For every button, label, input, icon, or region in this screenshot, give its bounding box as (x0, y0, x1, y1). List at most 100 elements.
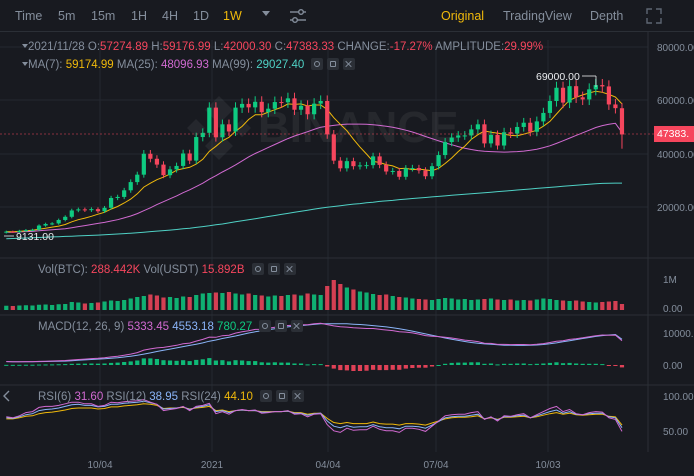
volume-bar (482, 299, 487, 310)
candle (501, 127, 507, 150)
tab-15m[interactable]: 15m (91, 9, 115, 23)
macd-bar (36, 364, 42, 366)
collapse-panel-icon[interactable] (0, 386, 14, 406)
visibility-icon[interactable] (259, 320, 272, 332)
candle-body (95, 209, 101, 212)
candle-body (495, 134, 500, 146)
candle-body (154, 158, 160, 165)
tab-4h[interactable]: 4H (162, 9, 178, 23)
tab-1h[interactable]: 1H (131, 9, 147, 23)
close-icon[interactable] (283, 263, 296, 275)
candle (344, 157, 349, 172)
candle (567, 80, 572, 109)
visibility-icon[interactable] (260, 390, 273, 402)
view-original-tab[interactable]: Original (441, 9, 484, 23)
close-icon[interactable] (343, 58, 356, 70)
candle-body (560, 87, 566, 103)
tab-5m[interactable]: 5m (58, 9, 75, 23)
timeframe-toolbar: Time 5m 15m 1H 4H 1D 1W Original Trading… (0, 0, 694, 32)
volume-bar (475, 299, 480, 310)
volume-bar (200, 293, 205, 310)
candle-body (488, 134, 494, 144)
volume-bar (377, 295, 382, 310)
candle-body (384, 164, 389, 172)
volume-bar (403, 297, 408, 310)
candle-body (587, 89, 592, 100)
volume-bar (305, 293, 310, 310)
rsi-axis-label: 50.00 (663, 427, 688, 438)
candle (338, 157, 343, 172)
candle-body (43, 223, 48, 226)
candle-body (115, 196, 120, 198)
gear-icon[interactable] (267, 263, 280, 275)
candle (10, 230, 15, 233)
candle-body (200, 132, 205, 138)
candle (239, 98, 245, 113)
candle-body (325, 101, 330, 135)
volume-bar (456, 299, 461, 310)
volume-bar (443, 298, 448, 310)
volume-bar (384, 294, 389, 310)
candle (331, 129, 336, 165)
candle-body (76, 209, 81, 211)
macd-bar (181, 360, 186, 365)
candle-body (351, 161, 356, 167)
tab-1d[interactable]: 1D (193, 9, 209, 23)
gear-icon[interactable] (276, 390, 289, 402)
kline-chart[interactable]: BINANCE 80000.0060000.0040000.0020000.00… (0, 32, 694, 476)
candle (76, 207, 81, 213)
tab-1w[interactable]: 1W (223, 9, 242, 23)
candle (619, 103, 625, 149)
gear-icon[interactable] (275, 320, 288, 332)
volume-bar (36, 304, 42, 310)
volume-bar (587, 302, 592, 310)
close-icon[interactable] (291, 320, 304, 332)
macd-bar (351, 365, 356, 371)
volume-bar (122, 300, 127, 310)
macd-bar (259, 362, 264, 365)
candle-body (246, 103, 251, 108)
volume-bar (23, 305, 29, 310)
candle (462, 131, 467, 140)
volume-bar (370, 294, 376, 310)
gear-icon[interactable] (327, 58, 340, 70)
candle (325, 95, 330, 139)
macd-bar (443, 363, 448, 365)
visibility-icon[interactable] (311, 58, 324, 70)
macd-bar (364, 365, 369, 371)
volume-bar (135, 297, 140, 310)
candle-body (161, 164, 166, 176)
close-icon[interactable] (292, 390, 305, 402)
tab-time[interactable]: Time (15, 9, 42, 23)
volume-bar (43, 304, 48, 310)
view-depth-tab[interactable]: Depth (590, 9, 623, 23)
volume-bar (266, 296, 271, 310)
candle (181, 149, 186, 170)
candle-body (259, 101, 264, 113)
candle (410, 164, 415, 172)
high-value: 59176.99 (162, 41, 211, 53)
candle-body (318, 101, 323, 104)
volume-bar (429, 300, 435, 310)
expand-icon[interactable] (646, 8, 662, 24)
candle (82, 207, 87, 212)
chevron-down-icon[interactable] (262, 11, 270, 16)
view-tradingview-tab[interactable]: TradingView (503, 9, 572, 23)
candle (89, 207, 94, 212)
volume-bar (148, 294, 153, 310)
macd-bar (167, 360, 173, 365)
volume-bar (488, 298, 494, 310)
volume-bars (4, 280, 625, 310)
candle (213, 102, 218, 142)
volume-bar (469, 300, 474, 310)
candle-body (606, 86, 611, 105)
volume-bar (397, 297, 402, 310)
macd-bar (482, 363, 487, 365)
volume-bar (207, 293, 212, 310)
visibility-icon[interactable] (251, 263, 264, 275)
volume-bar (187, 297, 192, 310)
volume-bar (364, 292, 369, 310)
macd-bar (475, 362, 480, 365)
sliders-icon[interactable] (289, 7, 307, 25)
candle-body (436, 155, 441, 167)
